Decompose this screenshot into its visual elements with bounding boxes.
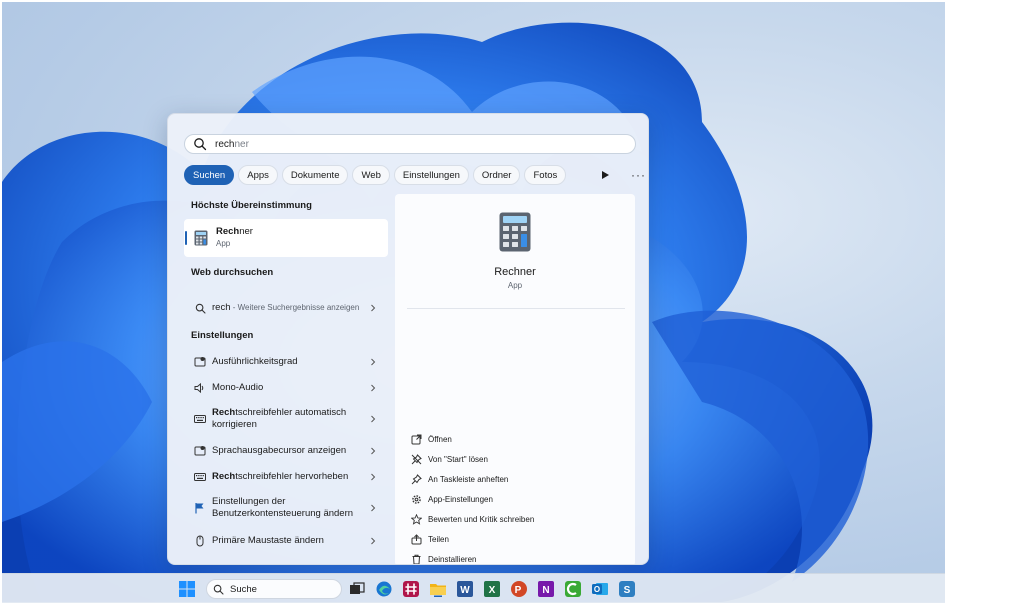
filter-tabs: Suchen Apps Dokumente Web Einstellungen … [184, 165, 645, 185]
section-title-web: Web durchsuchen [191, 267, 274, 278]
taskbar-edge-icon[interactable] [375, 580, 393, 598]
filter-tab-web[interactable]: Web [352, 165, 390, 185]
taskbar-slack-icon[interactable] [402, 580, 420, 598]
chevron-right-icon [371, 537, 376, 545]
filter-tab-einstellungen[interactable]: Einstellungen [393, 165, 469, 185]
unpin-icon [411, 454, 422, 465]
svg-text:N: N [542, 585, 549, 596]
section-title-settings: Einstellungen [191, 330, 254, 341]
taskbar-onenote-icon[interactable]: N [537, 580, 555, 598]
web-search-term: rech [212, 301, 231, 313]
svg-text:X: X [489, 585, 496, 596]
detail-title: Rechner [494, 266, 536, 278]
search-query: rechner [215, 138, 249, 150]
settings-item-narrator-cursor[interactable]: Sprachausgabecursor anzeigen [184, 438, 388, 464]
selection-indicator [185, 231, 187, 245]
settings-item-ausfuehrlichkeitsgrad[interactable]: Ausführlichkeitsgrad [184, 349, 388, 375]
pin-icon [411, 474, 422, 485]
taskbar-camtasia-icon[interactable] [564, 580, 582, 598]
settings-item-primary-mouse-button[interactable]: Primäre Maustaste ändern [184, 528, 388, 554]
filter-tab-fotos[interactable]: Fotos [524, 165, 567, 185]
more-options-button[interactable]: ··· [631, 168, 646, 182]
action-rate-review[interactable]: Bewerten und Kritik schreiben [411, 514, 534, 525]
taskbar-file-explorer-icon[interactable] [429, 580, 447, 598]
filter-tab-suchen[interactable]: Suchen [184, 165, 235, 185]
best-match-name: Rechner [216, 225, 253, 237]
calculator-icon [499, 212, 531, 252]
action-open[interactable]: Öffnen [411, 434, 452, 445]
taskbar-snagit-icon[interactable]: S [618, 580, 636, 598]
best-match-rechner[interactable]: Rechner App [184, 219, 388, 257]
divider [407, 308, 625, 309]
settings-item-highlight-misspelled[interactable]: Rechtschreibfehler hervorheben [184, 464, 388, 490]
taskbar-excel-icon[interactable]: X [483, 580, 501, 598]
taskbar-search-label: Suche [230, 583, 257, 595]
settings-item-uac[interactable]: Einstellungen der Benutzerkontensteuerun… [184, 491, 388, 525]
svg-text:O: O [594, 585, 600, 594]
keyboard-icon [194, 413, 206, 425]
taskbar-task-view-icon[interactable] [348, 580, 366, 598]
taskbar-outlook-icon[interactable]: O [591, 580, 609, 598]
web-search-hint: - Weitere Suchergebnisse anzeigen [230, 302, 360, 312]
filter-tab-apps[interactable]: Apps [238, 165, 278, 185]
taskbar: Suche W X P N O S [2, 573, 945, 603]
open-icon [411, 434, 422, 445]
search-panel: rechner Suchen Apps Dokumente Web Einste… [167, 113, 649, 565]
chevron-right-icon [371, 447, 376, 455]
filter-tab-dokumente[interactable]: Dokumente [281, 165, 349, 185]
share-icon [411, 534, 422, 545]
action-share[interactable]: Teilen [411, 534, 449, 545]
chevron-right-icon [371, 358, 376, 366]
play-icon[interactable] [599, 169, 611, 181]
settings-item-autocorrect[interactable]: Rechtschreibfehler automatisch korrigier… [184, 402, 388, 436]
settings-item-mono-audio[interactable]: Mono-Audio [184, 375, 388, 401]
taskbar-word-icon[interactable]: W [456, 580, 474, 598]
chevron-right-icon [371, 384, 376, 392]
search-input[interactable]: rechner [184, 134, 636, 154]
narrator-icon [194, 356, 206, 368]
action-pin-taskbar[interactable]: An Taskleiste anheften [411, 474, 508, 485]
chevron-right-icon [371, 504, 376, 512]
taskbar-powerpoint-icon[interactable]: P [510, 580, 528, 598]
windows-start-icon[interactable] [178, 580, 196, 598]
section-title-best-match: Höchste Übereinstimmung [191, 200, 312, 211]
speaker-icon [194, 382, 206, 394]
action-unpin-start[interactable]: Von "Start" lösen [411, 454, 488, 465]
mouse-icon [194, 535, 206, 547]
chevron-right-icon [371, 304, 376, 312]
search-icon [194, 138, 207, 151]
best-match-type: App [216, 239, 231, 248]
star-icon [411, 514, 422, 525]
keyboard-icon [194, 471, 206, 483]
gear-icon [412, 495, 421, 504]
svg-text:P: P [515, 585, 522, 596]
filter-tab-ordner[interactable]: Ordner [472, 165, 521, 185]
flag-icon [194, 502, 206, 514]
search-icon [213, 584, 224, 595]
action-uninstall[interactable]: Deinstallieren [411, 554, 476, 564]
taskbar-search-box[interactable]: Suche [206, 579, 342, 599]
detail-subtitle: App [507, 281, 523, 290]
detail-pane: Rechner App Öffnen Von "Start" lösen An … [395, 194, 635, 564]
web-search-result[interactable]: rech - Weitere Suchergebnisse anzeigen [184, 288, 388, 328]
chevron-right-icon [371, 473, 376, 481]
action-app-settings[interactable]: App-Einstellungen [411, 494, 493, 505]
calculator-icon [194, 230, 208, 246]
search-icon [194, 302, 206, 314]
narrator-icon [194, 445, 206, 457]
trash-icon [412, 554, 421, 564]
svg-text:S: S [624, 585, 631, 596]
chevron-right-icon [371, 415, 376, 423]
svg-text:W: W [460, 585, 470, 596]
